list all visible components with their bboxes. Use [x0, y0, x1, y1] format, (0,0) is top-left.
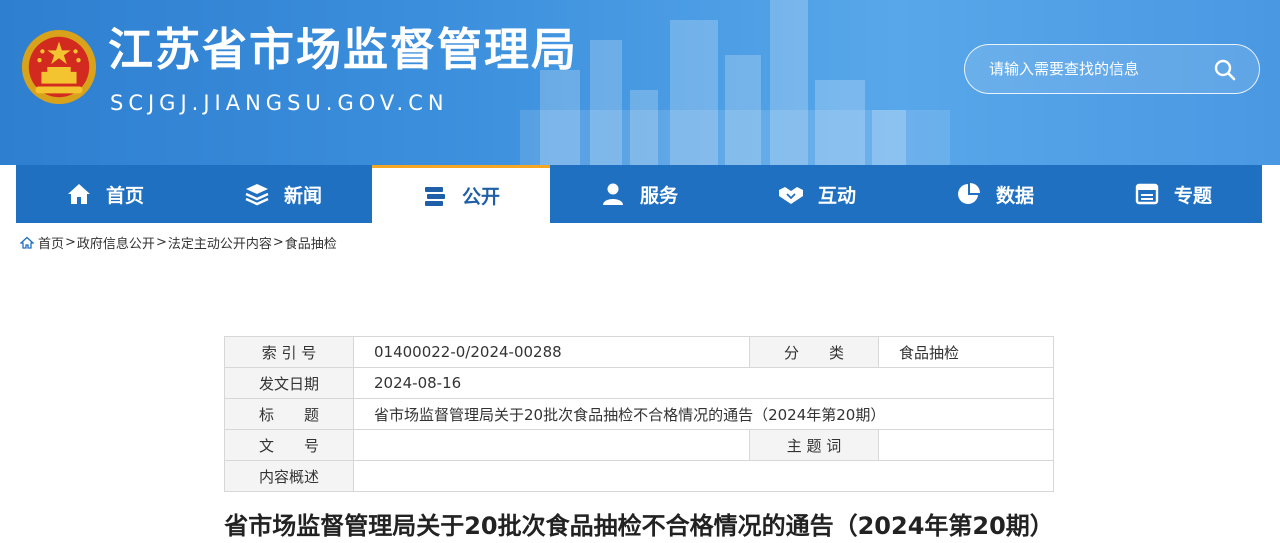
doc-no-label: 文 号 [224, 429, 354, 461]
index-no-label: 索 引 号 [224, 336, 354, 368]
person-icon [600, 181, 626, 207]
nav-label: 公开 [461, 186, 500, 208]
nav-label: 专题 [1173, 184, 1212, 207]
breadcrumb-separator: > [155, 235, 167, 250]
nav-item-home[interactable]: 首页 [16, 165, 194, 223]
table-row: 内容概述 [224, 460, 1054, 492]
breadcrumb-separator: > [272, 235, 284, 250]
date-value: 2024-08-16 [353, 367, 1054, 399]
site-name: 江苏省市场监督管理局 [108, 23, 579, 76]
table-row: 发文日期 2024-08-16 [224, 367, 1054, 399]
national-emblem [21, 29, 97, 105]
window-icon [1134, 181, 1160, 207]
keywords-value [878, 429, 1054, 461]
nav-item-service[interactable]: 服务 [550, 165, 728, 223]
site-header: 江苏省市场监督管理局 SCJGJ.JIANGSU.GOV.CN [0, 0, 1280, 165]
city-skyline-graphic [520, 0, 950, 165]
keywords-label: 主 题 词 [749, 429, 879, 461]
table-row: 文 号 主 题 词 [224, 429, 1054, 461]
content-area: 首页 > 政府信息公开 > 法定主动公开内容 > 食品抽检 索 引 号 0140… [16, 223, 1262, 543]
layers-icon [244, 181, 270, 207]
document-meta-table: 索 引 号 01400022-0/2024-00288 分 类 食品抽检 发文日… [224, 336, 1054, 492]
site-domain: SCJGJ.JIANGSU.GOV.CN [110, 91, 449, 115]
home-icon [66, 181, 92, 207]
nav-label: 互动 [817, 184, 856, 207]
category-value: 食品抽检 [878, 336, 1054, 368]
document-title: 省市场监督管理局关于20批次食品抽检不合格情况的通告（2024年第20期） [224, 512, 1054, 540]
pie-chart-icon [956, 181, 982, 207]
nav-item-data[interactable]: 数据 [906, 165, 1084, 223]
nav-item-news[interactable]: 新闻 [194, 165, 372, 223]
table-row: 索 引 号 01400022-0/2024-00288 分 类 食品抽检 [224, 336, 1054, 368]
books-icon [422, 183, 448, 209]
summary-label: 内容概述 [224, 460, 354, 492]
home-icon [20, 236, 34, 249]
nav-label: 数据 [995, 184, 1034, 207]
date-label: 发文日期 [224, 367, 354, 399]
breadcrumb-food-inspection[interactable]: 食品抽检 [285, 233, 337, 252]
main-nav: 首页 新闻 公开 服务 互动 数据 专题 [16, 165, 1262, 223]
nav-label: 服务 [639, 184, 678, 207]
title-value: 省市场监督管理局关于20批次食品抽检不合格情况的通告（2024年第20期） [353, 398, 1054, 430]
doc-no-value [353, 429, 750, 461]
nav-label: 新闻 [283, 184, 322, 207]
nav-item-interaction[interactable]: 互动 [728, 165, 906, 223]
nav-item-disclosure[interactable]: 公开 [372, 165, 550, 223]
category-label: 分 类 [749, 336, 879, 368]
handshake-icon [778, 181, 804, 207]
nav-item-topics[interactable]: 专题 [1084, 165, 1262, 223]
breadcrumb-statutory[interactable]: 法定主动公开内容 [168, 233, 272, 252]
table-row: 标 题 省市场监督管理局关于20批次食品抽检不合格情况的通告（2024年第20期… [224, 398, 1054, 430]
breadcrumb-home[interactable]: 首页 [38, 233, 64, 252]
title-label: 标 题 [224, 398, 354, 430]
breadcrumb-gov-info[interactable]: 政府信息公开 [77, 233, 155, 252]
search-box [964, 44, 1260, 94]
breadcrumb: 首页 > 政府信息公开 > 法定主动公开内容 > 食品抽检 [20, 233, 337, 252]
breadcrumb-separator: > [65, 235, 76, 250]
search-icon[interactable] [1213, 58, 1237, 82]
summary-value [353, 460, 1054, 492]
index-no-value: 01400022-0/2024-00288 [353, 336, 750, 368]
search-input[interactable] [989, 57, 1209, 81]
nav-label: 首页 [105, 184, 144, 207]
